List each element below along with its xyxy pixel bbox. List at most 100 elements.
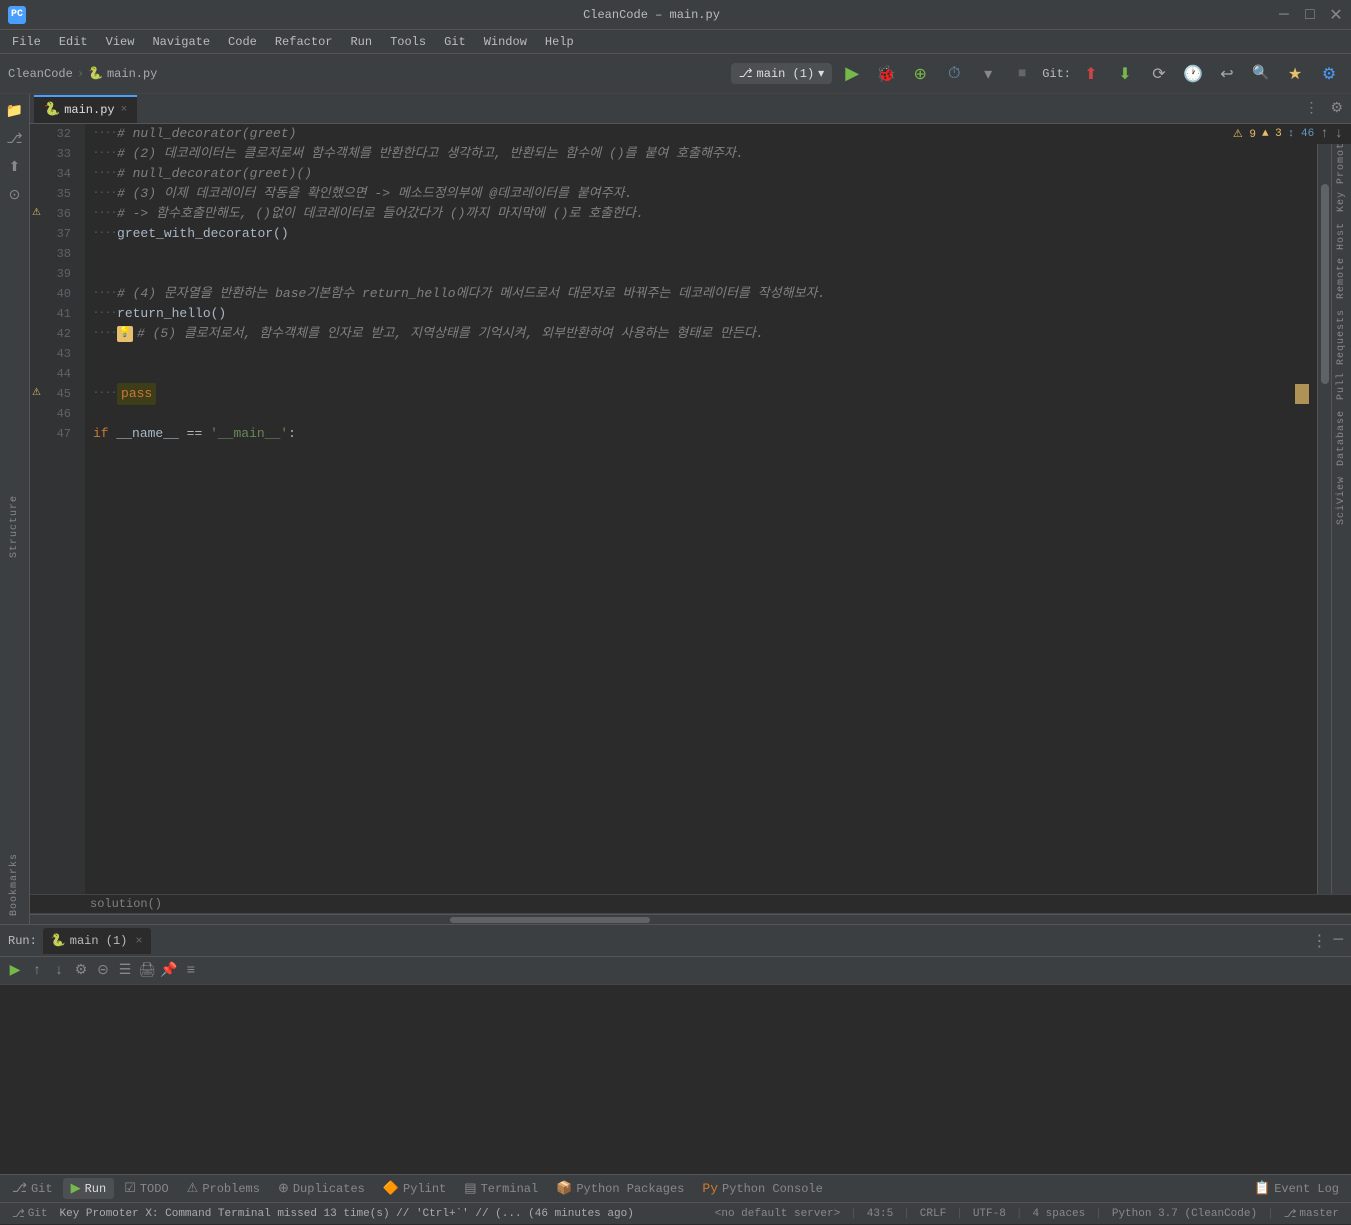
project-name[interactable]: CleanCode: [8, 67, 73, 81]
menu-item-refactor[interactable]: Refactor: [267, 33, 341, 51]
menu-item-view[interactable]: View: [98, 33, 143, 51]
horizontal-scrollbar[interactable]: [30, 914, 1351, 924]
tab-close-button[interactable]: ×: [121, 104, 128, 116]
run-button[interactable]: ▶: [838, 60, 866, 88]
git-fetch-button[interactable]: ⟳: [1145, 60, 1173, 88]
window-title: CleanCode – main.py: [583, 8, 720, 22]
status-charset[interactable]: UTF-8: [969, 1203, 1010, 1225]
code-content[interactable]: ···· # null_decorator(greet) ···· # (2) …: [85, 124, 1317, 894]
run-settings-icon[interactable]: ⚙: [70, 960, 92, 982]
git-push-button[interactable]: ⬆: [1077, 60, 1105, 88]
minimize-button[interactable]: ─: [1277, 8, 1291, 22]
tab-settings-icon[interactable]: ⋮: [1300, 98, 1322, 119]
scroll-thumb[interactable]: [1321, 184, 1329, 384]
bottom-tab-run[interactable]: ▶ Run: [63, 1178, 115, 1199]
run-pin-button[interactable]: 📌: [158, 960, 180, 982]
status-sep3: |: [956, 1208, 963, 1220]
git-pull-button[interactable]: ⬇: [1111, 60, 1139, 88]
sidebar-database[interactable]: Database: [1334, 406, 1349, 470]
bottom-tab-duplicates[interactable]: ⊕ Duplicates: [270, 1178, 373, 1199]
profile-button[interactable]: ⏱: [940, 60, 968, 88]
run-tab-close[interactable]: ×: [135, 934, 142, 948]
pylint-tab-label: Pylint: [403, 1182, 446, 1196]
line-number-gutter: 32 33 34 35 36 37 38 39 40 41 42 43 44 4…: [30, 124, 85, 894]
run-scroll-up-button[interactable]: ↑: [26, 960, 48, 982]
debug-button[interactable]: 🐞: [872, 60, 900, 88]
status-branch[interactable]: ⎇ master: [1280, 1203, 1343, 1225]
status-indent[interactable]: 4 spaces: [1028, 1203, 1089, 1225]
status-python-version[interactable]: Python 3.7 (CleanCode): [1108, 1203, 1261, 1225]
sidebar-pull-requests[interactable]: Pull Requests: [1334, 305, 1349, 404]
coverage-button[interactable]: ⊕: [906, 60, 934, 88]
run-scroll-down-button[interactable]: ↓: [48, 960, 70, 982]
sidebar-icon-commit[interactable]: ⎇: [2, 126, 28, 152]
code-editor: ⚠ 9 ▲ 3 ↕ 46 ↑ ↓ 32 33 34 35 36 37 38 39…: [30, 124, 1351, 894]
menu-item-edit[interactable]: Edit: [51, 33, 96, 51]
bottom-tab-todo[interactable]: ☑ TODO: [116, 1178, 176, 1199]
tab-gear-icon[interactable]: ⚙: [1326, 98, 1347, 119]
git-branch-button[interactable]: ⎇ main (1) ▾: [731, 63, 832, 84]
status-sep4: |: [1016, 1208, 1023, 1220]
status-right: <no default server> | 43:5 | CRLF | UTF-…: [711, 1203, 1343, 1225]
tab-main-py[interactable]: 🐍 main.py ×: [34, 95, 137, 123]
menu-item-run[interactable]: Run: [342, 33, 380, 51]
bottom-tab-event-log[interactable]: 📋 Event Log: [1246, 1178, 1347, 1199]
status-git-item[interactable]: ⎇ Git: [8, 1203, 52, 1225]
menu-item-file[interactable]: File: [4, 33, 49, 51]
bottom-tab-python-console[interactable]: Py Python Console: [694, 1178, 830, 1199]
sidebar-sciview[interactable]: SciView: [1334, 472, 1349, 529]
sidebar-remote-host[interactable]: Remote Host: [1334, 218, 1349, 303]
main-layout: 📁 ⎇ ⬆ ⊙ Structure Bookmarks 🐍 main.py × …: [0, 94, 1351, 924]
run-tab-main[interactable]: 🐍 main (1) ×: [43, 928, 151, 954]
search-button[interactable]: 🔍: [1247, 60, 1275, 88]
code-eq: ==: [187, 424, 203, 444]
bottom-tab-problems[interactable]: ⚠ Problems: [179, 1178, 268, 1199]
branch-icon-status: ⎇: [1284, 1207, 1297, 1221]
code-text-37: greet_with_decorator(): [117, 224, 289, 244]
menu-item-code[interactable]: Code: [220, 33, 265, 51]
menu-item-window[interactable]: Window: [476, 33, 535, 51]
maximize-button[interactable]: □: [1303, 8, 1317, 22]
settings-button[interactable]: ⚙: [1315, 60, 1343, 88]
h-scroll-thumb[interactable]: [450, 917, 650, 923]
run-list-button[interactable]: ☰: [114, 960, 136, 982]
scrollbar-area[interactable]: [1317, 124, 1331, 894]
run-filter-button[interactable]: ⊝: [92, 960, 114, 982]
breadcrumb-sep: ›: [77, 67, 84, 81]
run-play-button[interactable]: ▶: [4, 960, 26, 982]
line-34: 34: [30, 164, 79, 184]
git-tab-icon: ⎇: [12, 1181, 27, 1196]
status-position[interactable]: 43:5: [863, 1203, 897, 1225]
bottom-tab-git[interactable]: ⎇ Git: [4, 1178, 61, 1199]
menu-item-tools[interactable]: Tools: [382, 33, 434, 51]
bottom-tab-bar: ⎇ Git ▶ Run ☑ TODO ⚠ Problems ⊕ Duplicat…: [0, 1174, 1351, 1202]
git-history-button[interactable]: 🕐: [1179, 60, 1207, 88]
nav-down-button[interactable]: ↓: [1335, 126, 1343, 142]
pylint-tab-icon: 🔶: [383, 1181, 399, 1196]
sidebar-icon-github[interactable]: ⊙: [2, 182, 28, 208]
bottom-tab-python-packages[interactable]: 📦 Python Packages: [548, 1178, 692, 1199]
run-wrap-button[interactable]: ≡: [180, 960, 202, 982]
bottom-tab-pylint[interactable]: 🔶 Pylint: [375, 1178, 454, 1199]
run-minimize-button[interactable]: ─: [1333, 931, 1343, 951]
menu-item-navigate[interactable]: Navigate: [144, 33, 218, 51]
left-sidebar: 📁 ⎇ ⬆ ⊙ Structure Bookmarks: [0, 94, 30, 924]
menu-item-git[interactable]: Git: [436, 33, 474, 51]
nav-up-button[interactable]: ↑: [1320, 126, 1328, 142]
more-run-button[interactable]: ▾: [974, 60, 1002, 88]
close-button[interactable]: ✕: [1329, 8, 1343, 22]
status-encoding[interactable]: CRLF: [916, 1203, 950, 1225]
sidebar-icon-project[interactable]: 📁: [2, 98, 28, 124]
bottom-tab-terminal[interactable]: ▤ Terminal: [456, 1178, 546, 1199]
git-rollback-button[interactable]: ↩: [1213, 60, 1241, 88]
star-button[interactable]: ★: [1281, 60, 1309, 88]
file-name[interactable]: main.py: [107, 67, 157, 81]
python-packages-tab-label: Python Packages: [576, 1182, 684, 1196]
menu-item-help[interactable]: Help: [537, 33, 582, 51]
run-more-button[interactable]: ⋮: [1311, 931, 1327, 951]
sidebar-icon-pullreq[interactable]: ⬆: [2, 154, 28, 180]
status-sep2: |: [903, 1208, 910, 1220]
run-print-button[interactable]: 🖨: [136, 960, 158, 982]
stop-button[interactable]: ⏹: [1008, 60, 1036, 88]
status-server[interactable]: <no default server>: [711, 1203, 844, 1225]
